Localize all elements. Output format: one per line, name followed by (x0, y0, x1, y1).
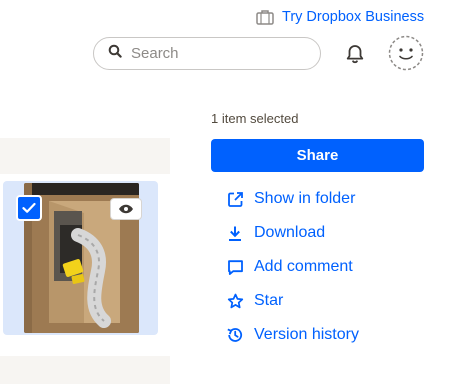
search-box[interactable] (93, 37, 321, 70)
avatar-smiley-icon (388, 35, 424, 71)
show-in-folder-action[interactable]: Show in folder (226, 182, 359, 216)
comment-icon (226, 258, 244, 276)
download-label: Download (254, 224, 326, 241)
star-label: Star (254, 292, 284, 309)
show-in-folder-label: Show in folder (254, 190, 356, 207)
file-tile-selected[interactable] (3, 181, 158, 335)
preview-eye-icon[interactable] (111, 199, 141, 219)
download-icon (226, 224, 244, 242)
selection-status: 1 item selected (211, 111, 299, 126)
bell-icon[interactable] (344, 43, 366, 65)
download-action[interactable]: Download (226, 216, 359, 250)
version-history-action[interactable]: Version history (226, 318, 359, 352)
file-actions-list: Show in folder Download Add comment Star… (226, 182, 359, 352)
search-input[interactable] (131, 45, 301, 62)
share-button[interactable]: Share (211, 139, 424, 172)
try-business-link[interactable]: Try Dropbox Business (256, 9, 424, 25)
briefcase-icon (256, 9, 274, 25)
file-list-header-band (0, 138, 170, 174)
avatar[interactable] (388, 35, 424, 71)
try-business-label: Try Dropbox Business (282, 9, 425, 25)
checkbox-checked-icon[interactable] (16, 195, 42, 221)
file-list-footer-band (0, 356, 170, 384)
add-comment-action[interactable]: Add comment (226, 250, 359, 284)
star-icon (226, 292, 244, 310)
version-history-label: Version history (254, 326, 359, 343)
search-icon (108, 44, 122, 63)
version-history-icon (226, 326, 244, 344)
open-external-icon (226, 190, 244, 208)
add-comment-label: Add comment (254, 258, 353, 275)
star-action[interactable]: Star (226, 284, 359, 318)
